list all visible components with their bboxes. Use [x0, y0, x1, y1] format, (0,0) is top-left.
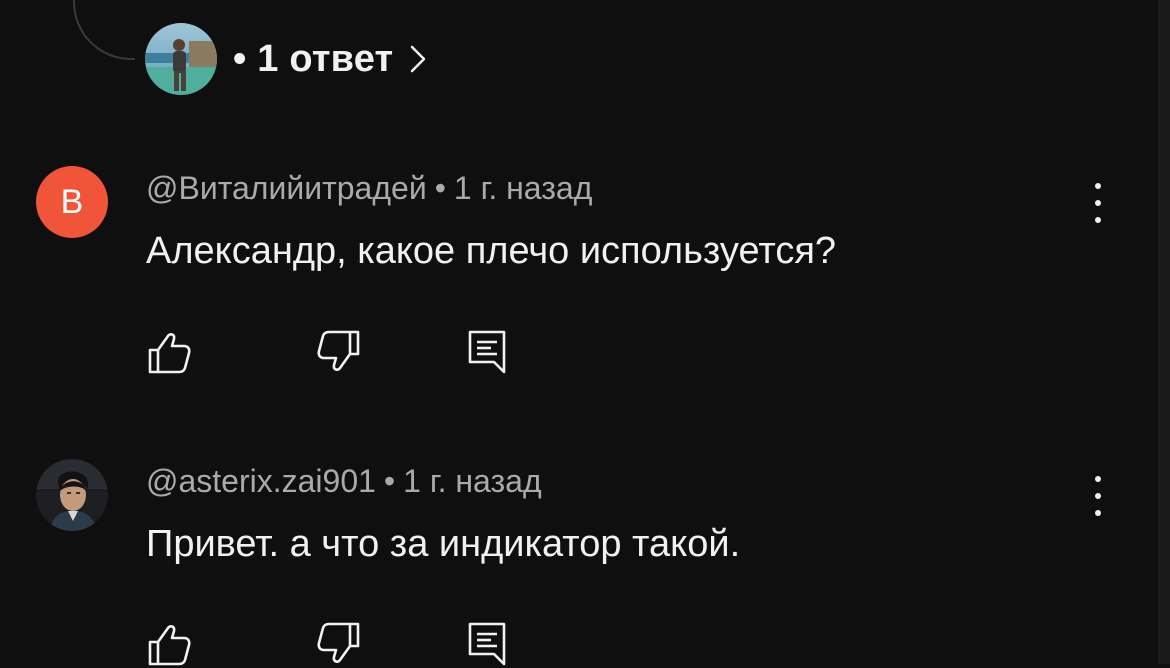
more-vert-icon[interactable]: [1084, 476, 1112, 516]
chevron-right-icon: [409, 44, 427, 74]
avatar[interactable]: В: [36, 166, 108, 238]
like-icon[interactable]: [146, 328, 194, 376]
dislike-icon[interactable]: [314, 328, 362, 376]
replies-count-label: • 1 ответ: [233, 37, 394, 80]
like-icon[interactable]: [146, 620, 194, 668]
comment-meta: @Виталийитрадей • 1 г. назад: [146, 170, 592, 207]
dislike-icon[interactable]: [314, 620, 362, 668]
thread-connector-line: [73, 0, 135, 60]
reply-author-avatar: [145, 23, 217, 95]
comment-text: Александр, какое плечо используется?: [146, 230, 837, 272]
meta-separator: •: [434, 170, 446, 206]
view-replies-button[interactable]: • 1 ответ: [145, 22, 427, 96]
scroll-edge: [1158, 0, 1170, 664]
avatar-letter: В: [60, 182, 84, 221]
more-vert-icon[interactable]: [1084, 183, 1112, 223]
comment-text: Привет. а что за индикатор такой.: [146, 523, 741, 565]
comment-meta: @asterix.zai901 • 1 г. назад: [146, 463, 542, 500]
comment-timestamp: 1 г. назад: [453, 170, 593, 206]
comment-author[interactable]: @Виталийитрадей: [146, 170, 427, 206]
meta-separator: •: [383, 463, 396, 499]
avatar[interactable]: [36, 459, 108, 531]
reply-icon[interactable]: [464, 620, 512, 668]
reply-icon[interactable]: [464, 328, 512, 376]
comment-author[interactable]: @asterix.zai901: [146, 463, 376, 499]
comment-timestamp: 1 г. назад: [403, 463, 542, 499]
